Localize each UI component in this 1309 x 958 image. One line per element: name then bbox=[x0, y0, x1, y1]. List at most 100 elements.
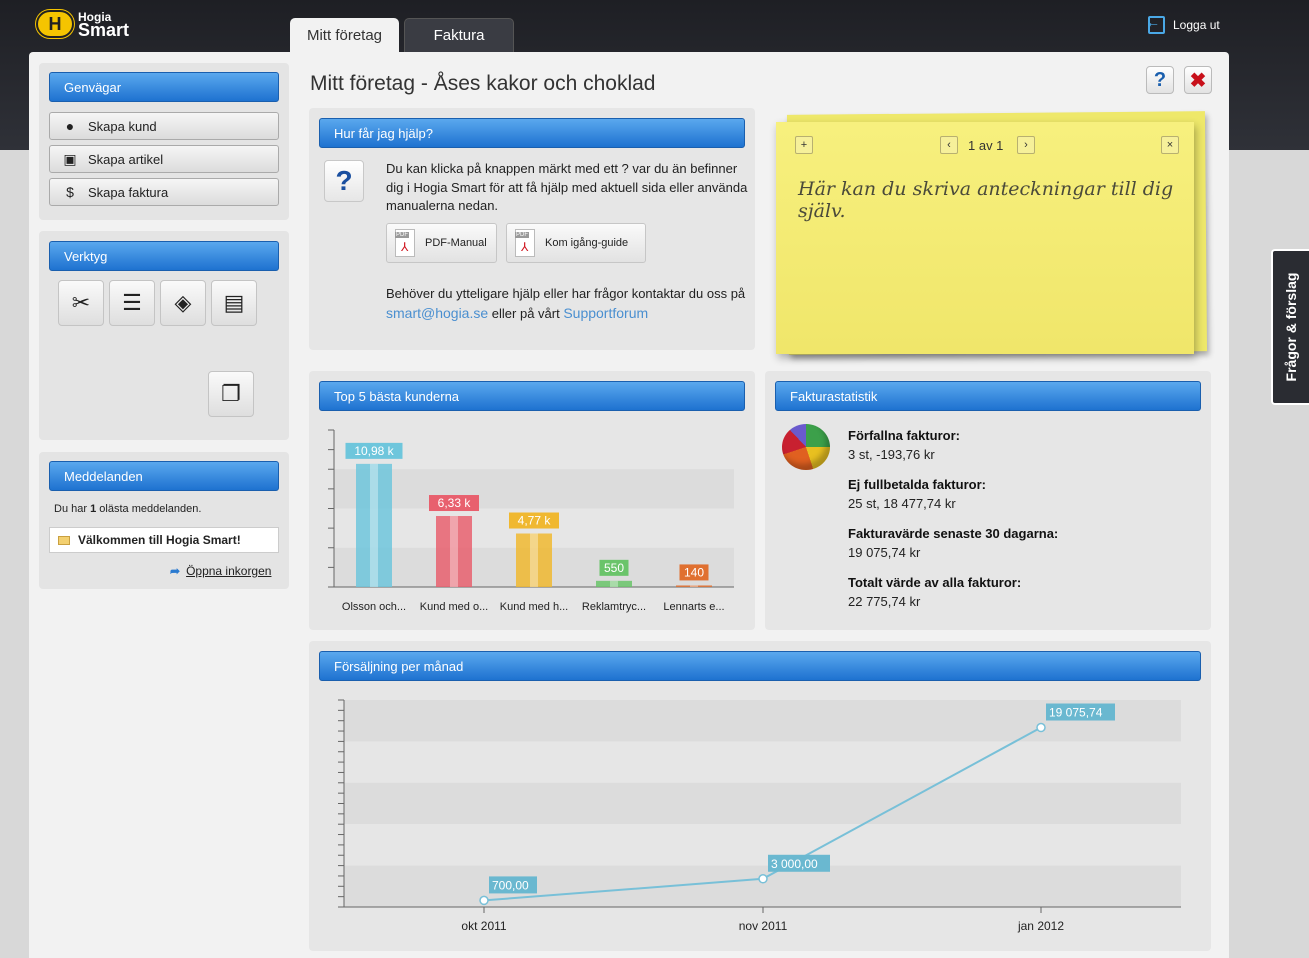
bar-highlight bbox=[370, 463, 378, 587]
bar-highlight bbox=[530, 533, 538, 587]
data-label: 700,00 bbox=[492, 878, 529, 892]
create-invoice-label: Skapa faktura bbox=[88, 184, 169, 200]
question-icon[interactable]: ? bbox=[324, 160, 364, 202]
close-button[interactable]: ✖ bbox=[1184, 66, 1212, 94]
x-tick-label: Lennarts e... bbox=[663, 601, 724, 613]
overdue-label: Förfallna fakturor: bbox=[848, 428, 960, 443]
tools-header: Verktyg bbox=[49, 241, 279, 271]
x-tick-label: Reklamtryc... bbox=[582, 601, 646, 613]
last30-value: 19 075,74 kr bbox=[848, 545, 921, 560]
create-article-label: Skapa artikel bbox=[88, 151, 164, 167]
grid-band bbox=[344, 782, 1181, 825]
pdf-manual-label: PDF-Manual bbox=[425, 237, 487, 249]
create-customer-label: Skapa kund bbox=[88, 118, 157, 134]
x-tick-label: Kund med h... bbox=[500, 601, 569, 613]
logo-h-icon: H bbox=[36, 10, 74, 38]
person-icon: ● bbox=[65, 118, 75, 134]
open-inbox-label: Öppna inkorgen bbox=[186, 564, 272, 578]
logout-icon bbox=[1146, 14, 1165, 34]
total-value: 22 775,74 kr bbox=[848, 594, 921, 609]
data-label: 4,77 k bbox=[518, 514, 552, 528]
hogia-logo[interactable]: H Hogia Smart bbox=[36, 10, 130, 40]
x-tick-label: nov 2011 bbox=[739, 919, 788, 933]
invoice-icon: $ bbox=[66, 184, 74, 200]
logout-label: Logga ut bbox=[1173, 18, 1220, 32]
email-link[interactable]: smart@hogia.se bbox=[386, 305, 488, 321]
help-text: Du kan klicka på knappen märkt med ett ?… bbox=[386, 161, 748, 213]
windows-icon[interactable]: ❐ bbox=[208, 371, 254, 417]
message-subject: Välkommen till Hogia Smart! bbox=[78, 533, 241, 547]
unpaid-value: 25 st, 18 477,74 kr bbox=[848, 496, 956, 511]
add-note-button[interactable]: + bbox=[795, 136, 813, 154]
tab-faktura[interactable]: Faktura bbox=[404, 18, 514, 52]
last30-label: Fakturavärde senaste 30 dagarna: bbox=[848, 526, 1059, 541]
feedback-tab-label: Frågor & förslag bbox=[1283, 272, 1299, 382]
getting-started-guide-button[interactable]: Kom igång-guide bbox=[506, 223, 646, 263]
create-article-button[interactable]: ▣ Skapa artikel bbox=[49, 145, 279, 173]
tab-mitt-foretag[interactable]: Mitt företag bbox=[290, 18, 399, 52]
help-contact-text: Behöver du ytteligare hjälp eller har fr… bbox=[386, 286, 746, 321]
help-button[interactable]: ? bbox=[1146, 66, 1174, 94]
x-tick-label: Olsson och... bbox=[342, 601, 406, 613]
shortcuts-header: Genvägar bbox=[49, 72, 279, 102]
previous-note-button[interactable]: ‹ bbox=[940, 136, 958, 154]
box-icon: ▣ bbox=[63, 150, 77, 167]
data-label: 3 000,00 bbox=[771, 857, 818, 871]
grid-band bbox=[334, 469, 734, 509]
overdue-value: 3 st, -193,76 kr bbox=[848, 447, 935, 462]
sales-line-chart: 700,00 okt 2011 3 000,00 nov 2011 19 075,74 j… bbox=[338, 699, 1181, 933]
logo-line2: Smart bbox=[78, 20, 130, 40]
create-invoice-button[interactable]: $ Skapa faktura bbox=[49, 178, 279, 206]
data-label: 6,33 k bbox=[438, 496, 472, 510]
data-point bbox=[1036, 722, 1046, 733]
feedback-tab[interactable]: Frågor & förslag bbox=[1271, 249, 1309, 405]
data-point bbox=[758, 874, 768, 884]
next-note-button[interactable]: › bbox=[1017, 136, 1035, 154]
message-item[interactable]: Välkommen till Hogia Smart! bbox=[49, 527, 279, 553]
grid-band bbox=[344, 824, 1181, 866]
top5-bar-chart: 10,98 k Olsson och... 6,33 k Kund med o... 4… bbox=[328, 429, 734, 613]
grid-band bbox=[344, 741, 1181, 783]
x-tick-label: jan 2012 bbox=[1017, 919, 1064, 933]
bar-highlight bbox=[610, 580, 618, 587]
data-point bbox=[479, 895, 489, 906]
logout-button[interactable]: Logga ut bbox=[1146, 14, 1220, 34]
top5-header: Top 5 bästa kunderna bbox=[319, 381, 745, 411]
boxes-icon[interactable]: ◈ bbox=[160, 280, 206, 326]
total-label: Totalt värde av alla fakturor: bbox=[848, 575, 1022, 590]
sticky-note[interactable]: + ‹ 1 av 1 › × Här kan du skriva anteckn… bbox=[776, 122, 1194, 354]
unread-messages-text: Du har 1 olästa meddelanden. bbox=[54, 503, 202, 515]
sales-header: Försäljning per månad bbox=[319, 651, 1201, 681]
pie-chart-icon bbox=[782, 424, 830, 470]
data-label: 140 bbox=[684, 565, 704, 579]
invoice-stats-header: Fakturastatistik bbox=[775, 381, 1201, 411]
data-label: 19 075,74 bbox=[1049, 706, 1103, 720]
documents-icon[interactable]: ▤ bbox=[211, 280, 257, 326]
x-tick-label: Kund med o... bbox=[420, 601, 489, 613]
note-page-indicator: 1 av 1 bbox=[968, 138, 1004, 153]
delete-note-button[interactable]: × bbox=[1161, 136, 1179, 154]
pdf-icon bbox=[395, 229, 415, 257]
bar-highlight bbox=[690, 585, 698, 587]
pdf-manual-button[interactable]: PDF-Manual bbox=[386, 223, 497, 263]
bar-highlight bbox=[450, 516, 458, 587]
contact-card-icon[interactable]: ☰ bbox=[109, 280, 155, 326]
guide-label: Kom igång-guide bbox=[545, 237, 629, 249]
x-tick-label: okt 2011 bbox=[461, 919, 506, 933]
create-customer-button[interactable]: ● Skapa kund bbox=[49, 112, 279, 140]
messages-header: Meddelanden bbox=[49, 461, 279, 491]
unread-count: 1 bbox=[90, 503, 97, 515]
page-title: Mitt företag - Åses kakor och choklad bbox=[310, 72, 656, 95]
grid-band bbox=[344, 865, 1181, 907]
open-inbox-link[interactable]: ➦ Öppna inkorgen bbox=[170, 564, 271, 578]
pdf-icon bbox=[515, 229, 535, 257]
data-label: 10,98 k bbox=[354, 444, 394, 458]
support-forum-link[interactable]: Supportforum bbox=[563, 305, 648, 321]
envelope-icon bbox=[58, 535, 70, 545]
help-panel-header: Hur får jag hjälp? bbox=[319, 118, 745, 148]
arrow-icon: ➦ bbox=[170, 564, 181, 578]
data-label: 550 bbox=[604, 561, 624, 575]
note-text[interactable]: Här kan du skriva anteckningar till dig … bbox=[798, 178, 1194, 222]
unpaid-label: Ej fullbetalda fakturor: bbox=[848, 477, 986, 492]
tools-icon[interactable]: ✂ bbox=[58, 280, 104, 326]
